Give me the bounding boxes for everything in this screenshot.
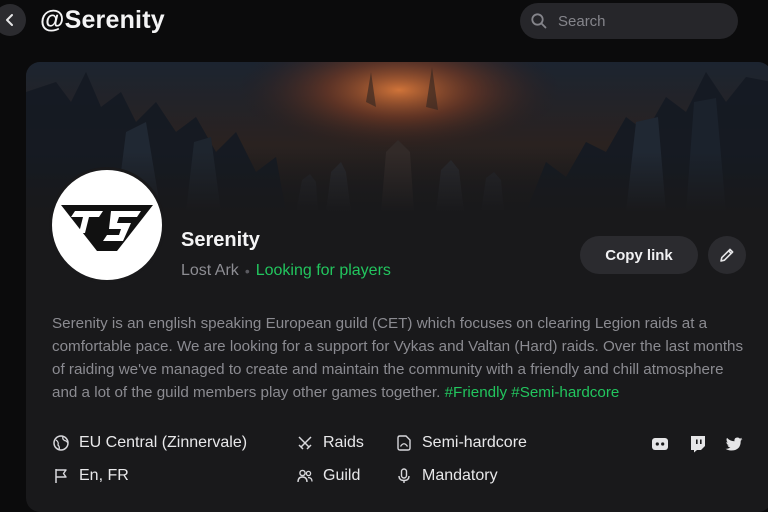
description-text: Serenity is an english speaking European…: [52, 315, 744, 401]
game-name[interactable]: Lost Ark: [181, 262, 239, 280]
language-label: En, FR: [79, 467, 129, 484]
twitch-link[interactable]: [687, 434, 707, 454]
region-label: EU Central (Zinnervale): [79, 434, 248, 451]
search-icon: [530, 12, 548, 30]
globe-icon: [52, 434, 70, 452]
page-title: @Serenity: [40, 6, 165, 34]
recruitment-status: Looking for players: [255, 262, 391, 279]
search-input[interactable]: [556, 11, 730, 31]
microphone-icon: [395, 467, 413, 485]
type-detail: Guild: [296, 467, 360, 485]
guild-avatar: [52, 170, 162, 280]
voice-label: Mandatory: [422, 467, 498, 484]
twitter-icon: [725, 437, 743, 450]
chevron-left-icon: [6, 14, 13, 26]
swords-icon: [296, 434, 314, 452]
guild-name: Serenity: [181, 229, 260, 251]
type-label: Guild: [323, 467, 361, 484]
search-bar[interactable]: [520, 3, 738, 39]
discord-link[interactable]: [650, 434, 670, 454]
guild-description: Serenity is an english speaking European…: [52, 312, 752, 404]
language-detail: En, FR: [52, 467, 129, 485]
intensity-label: Semi-hardcore: [422, 434, 527, 451]
activity-detail: Raids: [296, 434, 364, 452]
flag-icon: [52, 467, 70, 485]
back-button[interactable]: [0, 4, 26, 36]
meta-separator: •: [244, 263, 250, 279]
intensity-detail: Semi-hardcore: [395, 434, 527, 452]
guild-card: Serenity Lost Ark • Looking for players …: [26, 62, 768, 512]
copy-link-button[interactable]: Copy link: [580, 236, 698, 274]
pencil-icon: [720, 248, 734, 262]
edit-button[interactable]: [708, 236, 746, 274]
guild-logo-icon: [61, 205, 153, 251]
twitch-icon: [690, 436, 705, 453]
twitter-link[interactable]: [724, 434, 744, 454]
guild-meta: Lost Ark • Looking for players: [181, 262, 391, 280]
discord-icon: [652, 438, 668, 450]
users-icon: [296, 467, 314, 485]
gauge-icon: [395, 434, 413, 452]
region-detail: EU Central (Zinnervale): [52, 434, 247, 452]
guild-tags[interactable]: #Friendly #Semi-hardcore: [445, 384, 620, 401]
voice-detail: Mandatory: [395, 467, 498, 485]
activity-label: Raids: [323, 434, 364, 451]
